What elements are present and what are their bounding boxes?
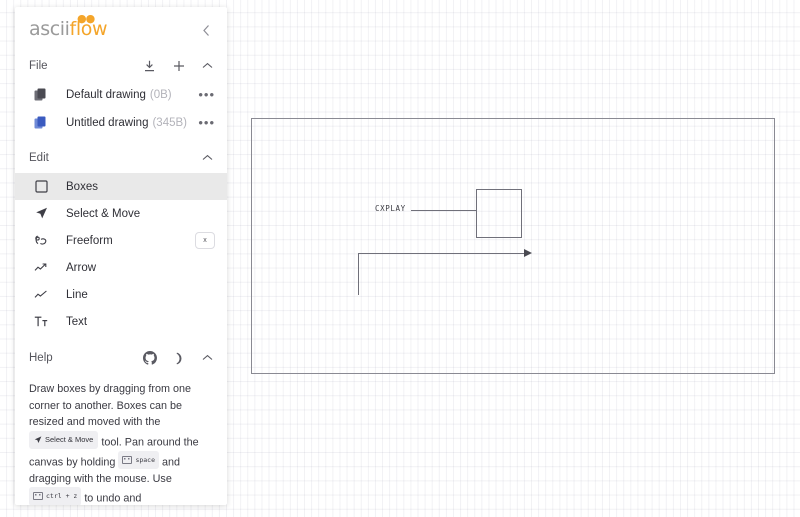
line-icon <box>33 287 49 303</box>
file-more-options-button[interactable]: ••• <box>198 88 215 101</box>
chevron-left-icon[interactable] <box>199 23 213 37</box>
tool-label: Line <box>66 288 88 301</box>
file-more-options-button[interactable]: ••• <box>198 116 215 129</box>
tool-boxes[interactable]: Boxes <box>15 173 227 200</box>
square-icon <box>33 179 49 195</box>
tool-text[interactable]: Text <box>15 308 227 335</box>
canvas-arrow-head <box>524 249 532 257</box>
kbd-space: space <box>118 450 160 470</box>
logo-mark-icon: ●● <box>77 12 95 25</box>
canvas-arrow-horizontal-segment[interactable] <box>358 253 528 254</box>
help-section-header: Help <box>15 343 227 373</box>
chevron-up-icon[interactable] <box>200 351 215 366</box>
file-copy-icon <box>33 116 48 131</box>
download-icon[interactable] <box>142 59 157 74</box>
canvas-text-label[interactable]: CXPLAY <box>375 204 406 213</box>
help-section-title: Help <box>29 352 53 364</box>
app-logo: asciiflow ●● <box>29 13 107 40</box>
text-icon <box>33 314 49 330</box>
arrow-icon <box>33 260 49 276</box>
tool-shortcut-badge: x <box>195 232 215 249</box>
tool-label: Arrow <box>66 261 97 274</box>
github-icon[interactable] <box>142 351 157 366</box>
edit-section-header: Edit <box>15 143 227 173</box>
help-section-actions <box>142 351 215 366</box>
help-paragraph-4: to undo and <box>84 492 142 505</box>
freeform-icon <box>33 233 49 249</box>
tool-freeform[interactable]: Freeform x <box>15 227 227 254</box>
file-name: Default drawing <box>66 89 146 101</box>
tool-label: Freeform <box>66 234 113 247</box>
file-row-default-drawing[interactable]: Default drawing (0B) ••• <box>15 81 227 109</box>
moon-icon[interactable] <box>171 351 186 366</box>
chevron-up-icon[interactable] <box>200 59 215 74</box>
keyboard-icon <box>33 492 43 501</box>
edit-section-title: Edit <box>29 152 49 164</box>
tool-line[interactable]: Line <box>15 281 227 308</box>
file-name: Untitled drawing <box>66 117 149 129</box>
logo-text-primary: ascii <box>29 18 70 40</box>
canvas-arrow-vertical-segment[interactable] <box>358 253 359 295</box>
canvas-box-shape[interactable] <box>476 189 522 238</box>
file-size: (0B) <box>149 89 172 101</box>
tool-select-and-move[interactable]: Select & Move <box>15 200 227 227</box>
drawing-frame <box>251 118 775 374</box>
help-chip-label: Select & Move <box>45 434 94 444</box>
plus-icon[interactable] <box>171 59 186 74</box>
chevron-up-icon[interactable] <box>200 151 215 166</box>
keyboard-icon <box>122 455 133 464</box>
file-size: (345B) <box>152 117 187 129</box>
kbd-label: space <box>135 455 156 464</box>
file-copy-icon <box>33 88 48 103</box>
help-text: Draw boxes by dragging from one corner t… <box>15 373 227 505</box>
tool-arrow[interactable]: Arrow <box>15 254 227 281</box>
kbd-label: ctrl + z <box>46 492 78 501</box>
sidebar-header: asciiflow ●● <box>15 7 227 51</box>
sidebar-panel: asciiflow ●● File Default drawing (0B) •… <box>15 7 227 505</box>
tool-label: Select & Move <box>66 207 141 220</box>
edit-section-actions <box>200 151 215 166</box>
help-paragraph-1: Draw boxes by dragging from one corner t… <box>29 383 192 429</box>
file-section-actions <box>142 59 215 74</box>
canvas-connector-line[interactable] <box>411 210 477 211</box>
kbd-undo: ctrl + z <box>29 487 82 505</box>
file-section-title: File <box>29 60 48 72</box>
file-section-header: File <box>15 51 227 81</box>
help-chip-select-move: Select & Move <box>29 430 99 450</box>
tool-label: Boxes <box>66 180 98 193</box>
cursor-icon <box>33 206 49 222</box>
tool-label: Text <box>66 315 88 328</box>
file-row-untitled-drawing[interactable]: Untitled drawing (345B) ••• <box>15 109 227 137</box>
